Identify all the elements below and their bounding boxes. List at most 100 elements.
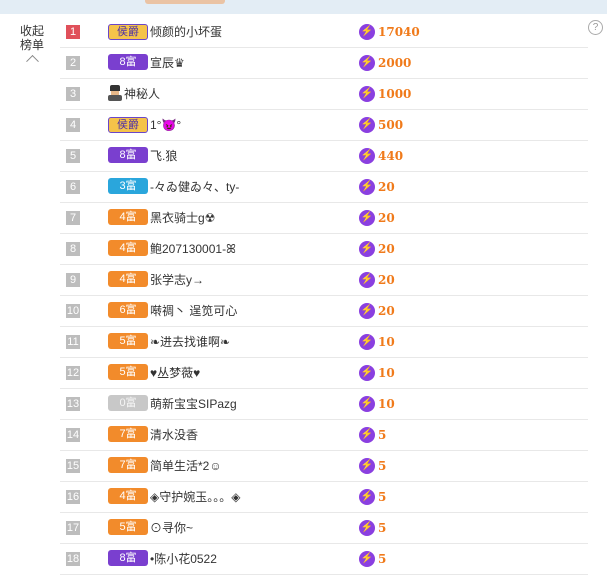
ranking-row[interactable]: 4 侯爵 1°😈° ⚡ 500 <box>60 110 588 141</box>
rank-number: 4 <box>66 118 80 132</box>
ranking-row[interactable]: 6 3富 -々ゐ健ゐ々、ty- ⚡ 20 <box>60 172 588 203</box>
top-bar-tab <box>145 0 225 4</box>
score-value: 500 <box>378 118 404 132</box>
ranking-row[interactable]: 14 7富 清水没香 ⚡ 5 <box>60 420 588 451</box>
wealth-level-badge: 6富 <box>108 302 148 318</box>
user-name[interactable]: 飞.狼 <box>150 141 177 171</box>
user-name[interactable]: 1°😈° <box>150 110 181 140</box>
lightning-icon: ⚡ <box>359 117 375 133</box>
user-name[interactable]: 宣辰♛ <box>150 48 185 78</box>
user-name[interactable]: ◈守护婉玉。。。◈ <box>150 482 240 512</box>
rank-number: 8 <box>66 242 80 256</box>
rank-number: 9 <box>66 273 80 287</box>
user-name[interactable]: 张学志y→ <box>150 265 204 295</box>
top-bar <box>0 0 607 14</box>
user-name[interactable]: 鲍207130001-ꕤ <box>150 234 236 264</box>
rank-number: 7 <box>66 211 80 225</box>
lightning-icon: ⚡ <box>359 272 375 288</box>
wealth-level-badge: 5富 <box>108 519 148 535</box>
ranking-row[interactable]: 15 7富 简单生活*2☺ ⚡ 5 <box>60 451 588 482</box>
score-value: 10 <box>378 366 395 380</box>
ranking-row[interactable]: 12 5富 ♥丛梦薇♥ ⚡ 10 <box>60 358 588 389</box>
ranking-row[interactable]: 9 4富 张学志y→ ⚡ 20 <box>60 265 588 296</box>
user-name[interactable]: •陈小花0522 <box>150 544 217 574</box>
lightning-icon: ⚡ <box>359 458 375 474</box>
user-name[interactable]: 简单生活*2☺ <box>150 451 222 481</box>
ranking-row[interactable]: 13 0富 萌新宝宝SIPazg ⚡ 10 <box>60 389 588 420</box>
rank-number: 12 <box>66 366 80 380</box>
rank-number: 11 <box>66 335 80 349</box>
rank-number: 3 <box>66 87 80 101</box>
score-value: 2000 <box>378 56 412 70</box>
noble-badge: 侯爵 <box>108 117 148 133</box>
score-value: 440 <box>378 149 404 163</box>
rank-number: 15 <box>66 459 80 473</box>
score-value: 20 <box>378 304 395 318</box>
ranking-row[interactable]: 1 侯爵 倾颜的小坏蛋 ⚡ 17040 <box>60 17 588 48</box>
lightning-icon: ⚡ <box>359 396 375 412</box>
score-value: 5 <box>378 552 387 566</box>
lightning-icon: ⚡ <box>359 24 375 40</box>
score-value: 5 <box>378 490 387 504</box>
ranking-row[interactable]: 10 6富 啭禂丶 逞笕可心 ⚡ 20 <box>60 296 588 327</box>
wealth-level-badge: 7富 <box>108 426 148 442</box>
noble-badge: 侯爵 <box>108 24 148 40</box>
wealth-level-badge: 5富 <box>108 364 148 380</box>
rank-number: 13 <box>66 397 80 411</box>
wealth-level-badge: 3富 <box>108 178 148 194</box>
ranking-row[interactable]: 5 8富 飞.狼 ⚡ 440 <box>60 141 588 172</box>
user-name[interactable]: 啭禂丶 逞笕可心 <box>150 296 237 326</box>
lightning-icon: ⚡ <box>359 427 375 443</box>
ranking-row[interactable]: 17 5富 ⊙寻你~ ⚡ 5 <box>60 513 588 544</box>
collapse-ranking-button[interactable]: 收起 榜单 <box>10 24 54 68</box>
ranking-row[interactable]: 8 4富 鲍207130001-ꕤ ⚡ 20 <box>60 234 588 265</box>
wealth-level-badge: 8富 <box>108 550 148 566</box>
ranking-row[interactable]: 7 4富 黑衣骑士g☢ ⚡ 20 <box>60 203 588 234</box>
ranking-row[interactable]: 16 4富 ◈守护婉玉。。。◈ ⚡ 5 <box>60 482 588 513</box>
lightning-icon: ⚡ <box>359 489 375 505</box>
wealth-level-badge: 5富 <box>108 333 148 349</box>
rank-number: 10 <box>66 304 80 318</box>
lightning-icon: ⚡ <box>359 148 375 164</box>
wealth-level-badge: 4富 <box>108 240 148 256</box>
wealth-level-badge: 4富 <box>108 209 148 225</box>
score-value: 5 <box>378 521 387 535</box>
user-name[interactable]: 倾颜的小坏蛋 <box>150 17 222 47</box>
wealth-level-badge: 0富 <box>108 395 148 411</box>
rank-number: 18 <box>66 552 80 566</box>
wealth-level-badge: 4富 <box>108 488 148 504</box>
ranking-row[interactable]: 18 8富 •陈小花0522 ⚡ 5 <box>60 544 588 575</box>
collapse-label-2: 榜单 <box>19 38 44 52</box>
user-name[interactable]: ❧进去找谁啊❧ <box>150 327 230 357</box>
user-name[interactable]: ♥丛梦薇♥ <box>150 358 200 388</box>
wealth-level-badge: 8富 <box>108 147 148 163</box>
ranking-row[interactable]: 2 8富 宣辰♛ ⚡ 2000 <box>60 48 588 79</box>
user-name[interactable]: 黑衣骑士g☢ <box>150 203 215 233</box>
user-name[interactable]: -々ゐ健ゐ々、ty- <box>150 172 239 202</box>
rank-number: 1 <box>66 25 80 39</box>
score-value: 5 <box>378 428 387 442</box>
score-value: 10 <box>378 335 395 349</box>
ranking-row[interactable]: 11 5富 ❧进去找谁啊❧ ⚡ 10 <box>60 327 588 358</box>
help-icon[interactable]: ? <box>588 20 603 35</box>
chevron-up-icon <box>25 54 39 68</box>
lightning-icon: ⚡ <box>359 179 375 195</box>
ranking-row[interactable]: 3 神秘人 ⚡ 1000 <box>60 79 588 110</box>
lightning-icon: ⚡ <box>359 365 375 381</box>
user-name[interactable]: 神秘人 <box>124 79 160 109</box>
rank-number: 17 <box>66 521 80 535</box>
wealth-level-badge: 4富 <box>108 271 148 287</box>
ranking-list: 1 侯爵 倾颜的小坏蛋 ⚡ 17040 2 8富 宣辰♛ ⚡ 2000 3 神秘人 ⚡ 1000 4 侯爵 1°… <box>60 17 588 575</box>
user-name[interactable]: ⊙寻你~ <box>150 513 193 543</box>
score-value: 20 <box>378 242 395 256</box>
wealth-level-badge: 7富 <box>108 457 148 473</box>
score-value: 5 <box>378 459 387 473</box>
lightning-icon: ⚡ <box>359 86 375 102</box>
user-name[interactable]: 清水没香 <box>150 420 198 450</box>
score-value: 20 <box>378 180 395 194</box>
rank-number: 5 <box>66 149 80 163</box>
score-value: 20 <box>378 273 395 287</box>
mystery-user-icon <box>108 85 122 101</box>
lightning-icon: ⚡ <box>359 334 375 350</box>
user-name[interactable]: 萌新宝宝SIPazg <box>150 389 237 419</box>
